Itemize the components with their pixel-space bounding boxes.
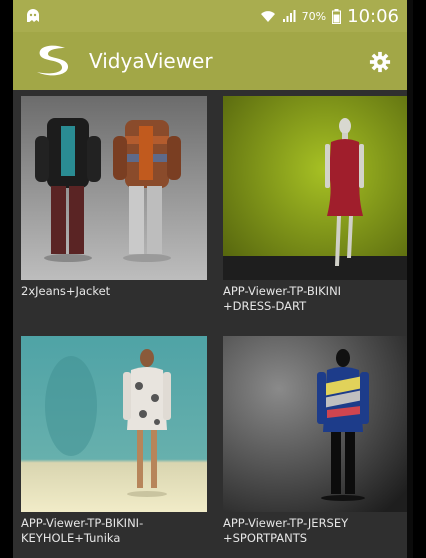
battery-icon [332, 8, 342, 24]
gear-icon[interactable] [369, 51, 391, 73]
ghost-icon [27, 9, 39, 22]
model-grid: 2xJeans+Jacket APP-Viewer-TP-BIKINI +DRE… [13, 90, 413, 558]
model-thumbnail [223, 96, 409, 280]
model-title: APP-Viewer-TP-JERSEY +SPORTPANTS [223, 516, 349, 545]
status-icons: 70% 10:06 [260, 5, 399, 27]
phone-screen: 70% 10:06 VidyaViewer 2xJeans+Jacket APP… [13, 0, 413, 558]
clock: 10:06 [347, 5, 399, 27]
status-bar: 70% 10:06 [13, 0, 413, 32]
model-thumbnail [223, 336, 409, 512]
model-title: 2xJeans+Jacket [21, 284, 111, 298]
app-bar: VidyaViewer [13, 32, 413, 90]
model-card-jeans-jacket[interactable]: 2xJeans+Jacket [21, 96, 207, 299]
wifi-icon [260, 11, 275, 22]
model-card-bikini-dress-dart[interactable]: APP-Viewer-TP-BIKINI +DRESS-DART [223, 96, 409, 314]
model-card-bikini-keyhole-tunika[interactable]: APP-Viewer-TP-BIKINI- KEYHOLE+Tunika [21, 336, 207, 546]
app-title: VidyaViewer [89, 49, 213, 73]
model-title: APP-Viewer-TP-BIKINI- KEYHOLE+Tunika [21, 516, 144, 545]
battery-percent: 70% [301, 9, 327, 23]
model-thumbnail [21, 336, 207, 512]
model-title: APP-Viewer-TP-BIKINI +DRESS-DART [223, 284, 342, 313]
model-card-jersey-sportpants[interactable]: APP-Viewer-TP-JERSEY +SPORTPANTS [223, 336, 409, 546]
signal-icon [282, 10, 296, 22]
vidya-logo-icon [37, 45, 69, 76]
model-thumbnail [21, 96, 207, 280]
